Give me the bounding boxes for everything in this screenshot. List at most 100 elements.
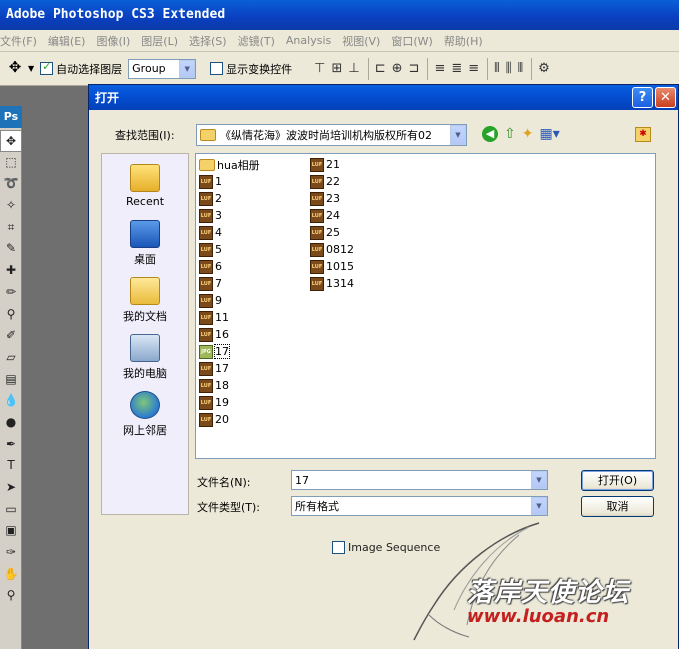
help-button[interactable]: ? [632,87,653,108]
move-tool-icon[interactable]: ✥ [0,130,22,152]
file-item[interactable]: LUF 6 [199,258,260,275]
menu-item[interactable]: 编辑(E) [48,33,91,49]
file-item[interactable]: LUF 23 [310,190,354,207]
distribute-vcenter-icon[interactable]: ≣ [451,61,462,76]
pen-tool-icon[interactable]: ✒ [0,434,22,456]
zoom-tool-icon[interactable]: ⚲ [0,585,22,607]
chevron-down-icon[interactable]: ▼ [450,125,466,145]
clone-stamp-tool-icon[interactable]: ⚲ [0,304,22,326]
up-folder-icon[interactable]: ⇧ [504,126,516,142]
blur-tool-icon[interactable]: 💧 [0,390,22,412]
dodge-tool-icon[interactable]: ● [0,412,22,434]
eyedropper-tool-icon[interactable]: ✑ [0,542,22,564]
file-item[interactable]: LUF 22 [310,173,354,190]
file-item[interactable]: LUF 1015 [310,258,354,275]
crop-tool-icon[interactable]: ⌗ [0,217,22,239]
distribute-bottom-icon[interactable]: ≡ [468,61,479,76]
file-item[interactable]: LUF 25 [310,224,354,241]
distribute-hcenter-icon[interactable]: ⫼ [506,61,512,76]
cancel-button[interactable]: 取消 [581,496,654,517]
lasso-tool-icon[interactable]: ➰ [0,173,22,195]
notes-tool-icon[interactable]: ▣ [0,520,22,542]
menu-item[interactable]: 滤镜(T) [238,33,280,49]
back-icon[interactable]: ◀ [482,126,498,142]
history-brush-tool-icon[interactable]: ✐ [0,325,22,347]
menu-item[interactable]: 图像(I) [96,33,135,49]
distribute-top-icon[interactable]: ≡ [434,61,445,76]
view-menu-icon[interactable]: ▦▾ [539,126,559,142]
menu-item[interactable]: Analysis [286,34,336,47]
shape-tool-icon[interactable]: ▭ [0,499,22,521]
marquee-tool-icon[interactable]: ⬚ [0,152,22,174]
file-item[interactable]: JPG 17 [199,343,260,360]
place-desktop[interactable]: 桌面 [102,220,188,267]
new-folder-icon[interactable]: ✦ [522,126,534,142]
lookin-select[interactable]: 《纵情花海》波波时尚培训机构版权所有02 ▼ [196,124,467,146]
gradient-tool-icon[interactable]: ▤ [0,369,22,391]
distribute-left-icon[interactable]: ⫴ [494,61,499,76]
file-name: 25 [326,226,340,239]
place-my-documents[interactable]: 我的文档 [102,277,188,324]
open-button[interactable]: 打开(O) [581,470,654,491]
file-item[interactable]: LUF 0812 [310,241,354,258]
distribute-right-icon[interactable]: ⫴ [518,61,523,76]
file-item[interactable]: LUF 16 [199,326,260,343]
eraser-tool-icon[interactable]: ▱ [0,347,22,369]
file-item[interactable]: LUF 9 [199,292,260,309]
menu-item[interactable]: 选择(S) [189,33,232,49]
file-item[interactable]: LUF 20 [199,411,260,428]
show-transform-checkbox[interactable] [210,62,224,75]
file-item[interactable]: LUF 1314 [310,275,354,292]
place-network[interactable]: 网上邻居 [102,391,188,438]
filetype-select[interactable]: 所有格式 ▼ [291,496,548,516]
align-top-icon[interactable]: ⊤ [314,61,325,76]
auto-select-option[interactable]: 自动选择图层 [40,60,122,77]
path-selection-tool-icon[interactable]: ➤ [0,477,22,499]
magic-wand-tool-icon[interactable]: ✧ [0,195,22,217]
file-item[interactable]: LUF 24 [310,207,354,224]
move-tool-icon[interactable]: ✥ [2,58,28,80]
close-button[interactable]: ✕ [655,87,676,108]
menu-item[interactable]: 视图(V) [342,33,385,49]
file-item[interactable]: LUF 3 [199,207,260,224]
adobe-dialog-icon[interactable]: ✱ [635,127,651,142]
auto-align-icon[interactable]: ⚙ [538,61,550,76]
menu-item[interactable]: 窗口(W) [391,33,437,49]
file-item[interactable]: LUF 7 [199,275,260,292]
menu-item[interactable]: 帮助(H) [444,33,488,49]
align-right-icon[interactable]: ⊐ [409,61,420,76]
image-sequence-checkbox[interactable] [332,541,345,554]
align-vcenter-icon[interactable]: ⊞ [331,61,342,76]
file-item[interactable]: LUF 18 [199,377,260,394]
healing-brush-tool-icon[interactable]: ✚ [0,260,22,282]
align-left-icon[interactable]: ⊏ [375,61,386,76]
brush-tool-icon[interactable]: ✏ [0,282,22,304]
auto-select-target-select[interactable]: Group ▼ [128,58,197,79]
file-item[interactable]: hua相册 [199,156,260,173]
show-transform-option[interactable]: 显示变换控件 [210,61,292,77]
file-item[interactable]: LUF 11 [199,309,260,326]
type-tool-icon[interactable]: T [0,455,22,477]
menu-item[interactable]: 文件(F) [0,33,42,49]
hand-tool-icon[interactable]: ✋ [0,564,22,586]
menu-item[interactable]: 图层(L) [141,33,183,49]
file-item[interactable]: LUF 5 [199,241,260,258]
place-recent[interactable]: Recent [102,164,188,208]
file-item[interactable]: LUF 17 [199,360,260,377]
slice-tool-icon[interactable]: ✎ [0,238,22,260]
auto-select-checkbox[interactable] [40,60,54,75]
place-my-computer[interactable]: 我的电脑 [102,334,188,381]
chevron-down-icon[interactable]: ▼ [531,471,547,489]
file-item[interactable]: LUF 19 [199,394,260,411]
filename-input[interactable]: 17 ▼ [291,470,548,490]
tool-preset-dropdown-icon[interactable]: ▼ [28,64,34,73]
align-hcenter-icon[interactable]: ⊕ [392,61,403,76]
file-item[interactable]: LUF 1 [199,173,260,190]
align-bottom-icon[interactable]: ⊥ [348,61,359,76]
file-item[interactable]: LUF 2 [199,190,260,207]
file-list[interactable]: hua相册 LUF 1 LUF 2 LUF 3 LUF 4 LUF 5 LUF 6 LUF 7 LUF 9 LUF… [195,153,656,459]
chevron-down-icon[interactable]: ▼ [531,497,547,515]
chevron-down-icon[interactable]: ▼ [179,59,196,78]
file-item[interactable]: LUF 21 [310,156,354,173]
file-item[interactable]: LUF 4 [199,224,260,241]
